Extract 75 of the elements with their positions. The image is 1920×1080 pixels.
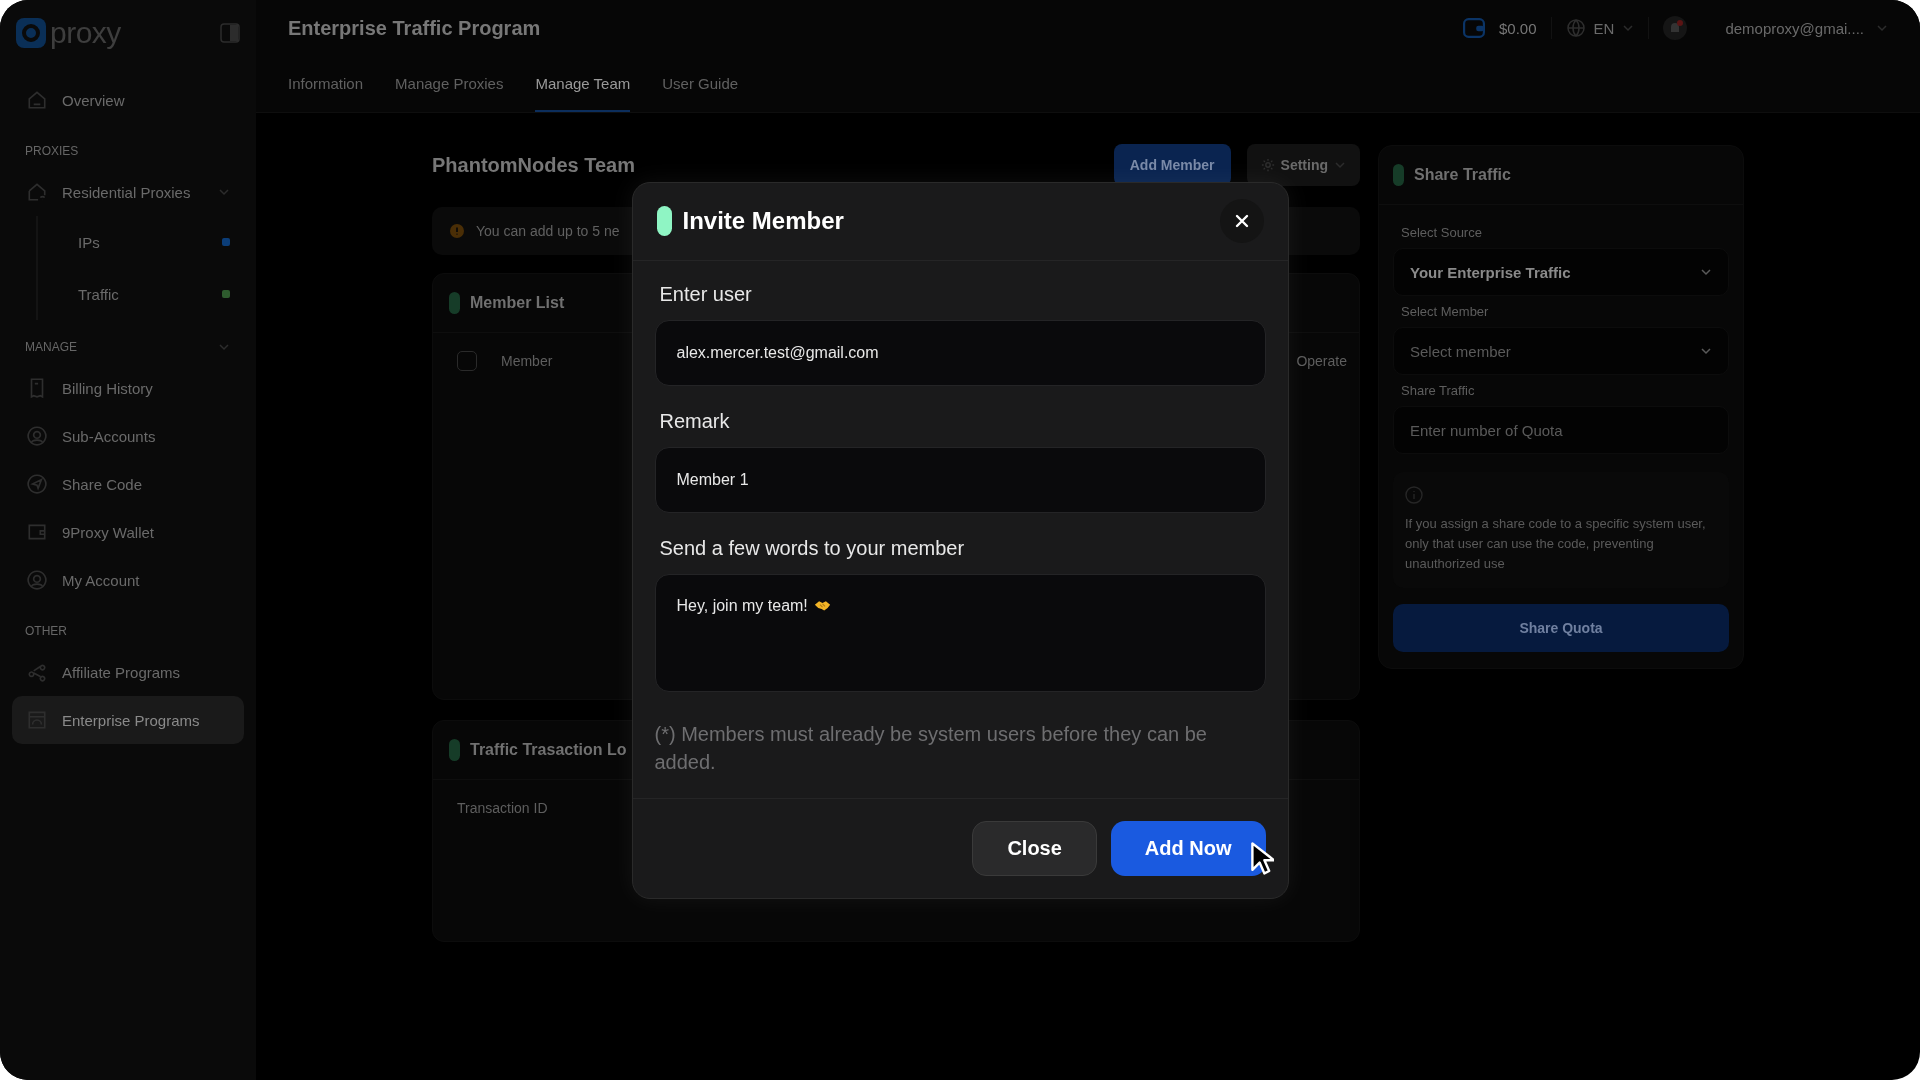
sidebar-item[interactable]: Share Code [12, 460, 244, 508]
sidebar-subitem[interactable]: Traffic [36, 268, 244, 320]
share-quota-button[interactable]: Share Quota [1393, 604, 1729, 652]
close-icon [1233, 213, 1250, 229]
field-label: Send a few words to your member [658, 536, 966, 560]
note-text: (*) Members must already be system users before they can be added. [654, 721, 1208, 775]
sidebar-item[interactable]: Billing History [12, 364, 244, 412]
info-icon [1405, 486, 1423, 504]
accent-pill [1393, 164, 1404, 186]
input-field[interactable]: Enter number of Quota [1393, 406, 1729, 454]
user-icon [26, 425, 48, 447]
field-label: Enter user [658, 282, 753, 306]
card-title: Traffic Trasaction Lo [470, 741, 627, 759]
chevron-icon [1700, 345, 1712, 357]
field-label: Select Member [1400, 304, 1490, 319]
chevron-icon [1334, 159, 1346, 171]
tab[interactable]: Manage Team [535, 56, 631, 112]
info-text: If you assign a share code to a specific system user, only that user can use the code, preventing unauthorized use [1405, 515, 1707, 573]
close-button[interactable] [1219, 199, 1264, 243]
dialog-title: Invite Member [682, 207, 845, 235]
setting-button[interactable]: Setting [1246, 144, 1360, 186]
chevron-icon [1622, 22, 1635, 34]
sidebar-toggle-icon[interactable] [220, 23, 240, 43]
column-header: Member [501, 353, 553, 369]
wallet-icon [1463, 18, 1485, 38]
section-label: MANAGE [25, 340, 77, 354]
sidebar-item[interactable]: Enterprise Programs [12, 696, 244, 744]
team-title: PhantomNodes Team [432, 153, 635, 177]
field-label: Select Source [1400, 225, 1483, 240]
language-selector[interactable]: EN [1565, 18, 1635, 38]
field-label: Share Traffic [1400, 383, 1476, 398]
page-title: Enterprise Traffic Program [288, 16, 541, 40]
balance: $0.00 [1499, 19, 1537, 37]
chevron-icon[interactable] [218, 341, 230, 353]
select-all-checkbox[interactable] [457, 351, 477, 371]
tab[interactable]: User Guide [662, 56, 739, 112]
input-field[interactable]: alex.mercer.test@gmail.com [654, 319, 1266, 386]
sidebar-item[interactable]: Affiliate Programs [12, 648, 244, 696]
sidebar-subitem[interactable]: IPs [36, 216, 244, 268]
warning-icon [450, 224, 464, 238]
select-field[interactable]: Select member [1393, 327, 1729, 375]
close-dialog-button[interactable]: Close [972, 820, 1097, 876]
add-now-button[interactable]: Add Now [1110, 820, 1266, 876]
send-icon [26, 473, 48, 495]
chevron-icon [1700, 266, 1712, 278]
notification-bell-icon[interactable] [1663, 16, 1688, 40]
mouse-pointer-icon [1249, 840, 1274, 877]
section-label: OTHER [25, 624, 67, 638]
select-field[interactable]: Your Enterprise Traffic [1393, 248, 1729, 296]
tab[interactable]: Information [288, 56, 364, 112]
tab[interactable]: Manage Proxies [395, 56, 504, 112]
sidebar-item[interactable]: 9Proxy Wallet [12, 508, 244, 556]
accent-pill [449, 739, 460, 761]
column-header: Operate [1296, 353, 1347, 369]
accent-pill [449, 292, 460, 314]
panel-title: Share Traffic [1414, 166, 1511, 184]
sidebar-item[interactable]: My Account [12, 556, 244, 604]
gear-icon [1260, 158, 1275, 172]
chevron-icon [1876, 22, 1888, 34]
sidebar-item[interactable]: Residential Proxies [12, 168, 244, 216]
user-icon [26, 569, 48, 591]
input-field[interactable]: Member 1 [654, 446, 1266, 513]
sidebar-item[interactable]: Sub-Accounts [12, 412, 244, 460]
card-title: Member List [470, 294, 565, 312]
notice-text: You can add up to 5 ne [476, 223, 620, 239]
column-header: Transaction ID [457, 800, 548, 816]
message-field[interactable]: Hey, join my team! [654, 573, 1266, 692]
home-icon [26, 89, 48, 111]
account-menu[interactable]: demoproxy@gmai.... [1725, 19, 1888, 37]
globe-icon [1565, 18, 1586, 38]
handshake-icon [813, 598, 831, 612]
accent-pill [656, 206, 672, 236]
field-label: Remark [658, 409, 731, 433]
sidebar-item[interactable]: Overview [12, 76, 244, 124]
section-label: PROXIES [25, 144, 79, 158]
